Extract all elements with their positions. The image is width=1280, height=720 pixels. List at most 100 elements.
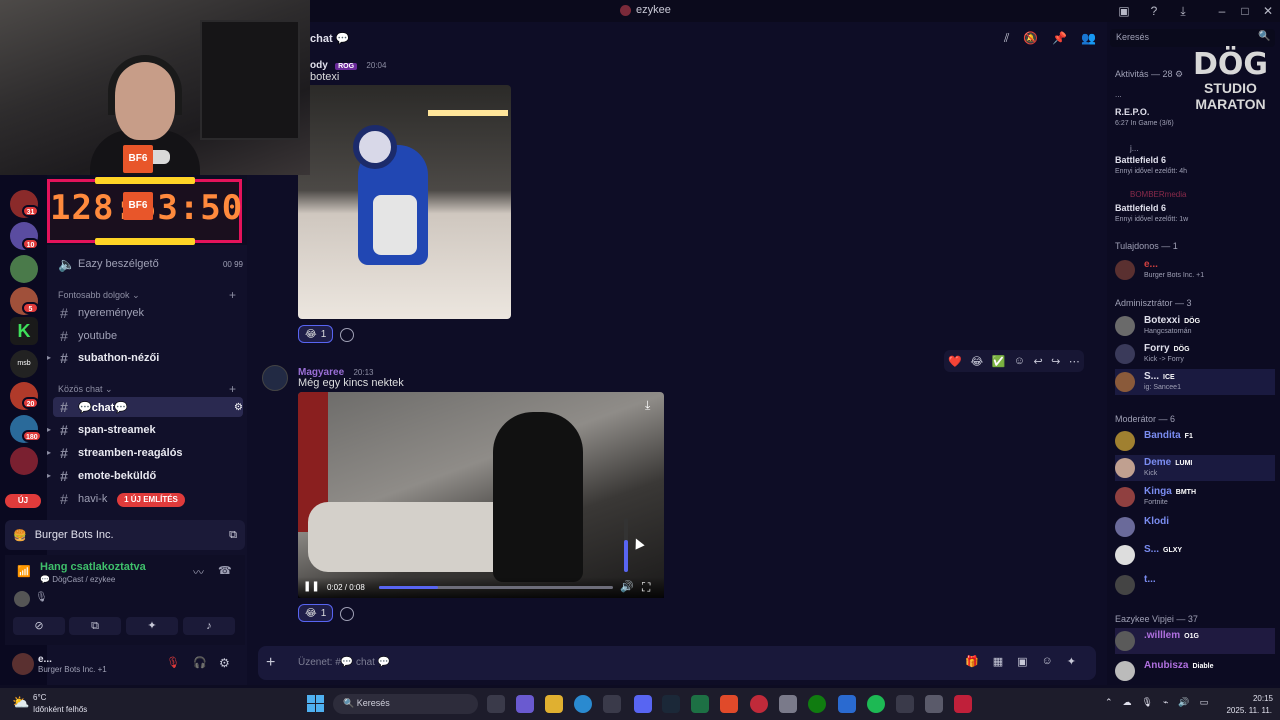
task-view-icon[interactable] (487, 695, 505, 713)
apps-icon[interactable]: ✦ (1067, 655, 1076, 668)
chevron-right-icon[interactable]: ▸ (47, 353, 51, 362)
server-bar[interactable]: 🍔 Burger Bots Inc. ⧉ (5, 520, 245, 550)
weather-temp[interactable]: 6°C (33, 693, 46, 702)
minimize-icon[interactable]: – (1214, 3, 1230, 19)
pin-icon[interactable]: 📌 (1052, 31, 1067, 46)
store-icon[interactable] (603, 695, 621, 713)
edge-icon[interactable] (574, 695, 592, 713)
category-header[interactable]: Fontosabb dolgok ⌄ (58, 290, 140, 301)
emoji-icon[interactable]: ☺ (1042, 655, 1053, 668)
channel-item[interactable]: # youtube (58, 326, 243, 346)
user-name[interactable]: e... (38, 654, 52, 665)
member-item[interactable]: Forry DÖG Kick -> Forry (1115, 341, 1275, 367)
member-item[interactable]: e... Burger Bots Inc. +1 (1115, 257, 1275, 283)
channel-item-active[interactable]: # 💬chat💬 ⚙ (53, 397, 243, 417)
start-icon[interactable] (307, 695, 324, 712)
member-item[interactable]: S... ICE ig: Sancee1 (1115, 369, 1275, 395)
add-reaction-icon[interactable] (340, 328, 354, 342)
noise-suppression-icon[interactable]: 〰 (193, 564, 204, 580)
member-item[interactable]: S... GLXY (1115, 542, 1275, 568)
category-header[interactable]: Közös chat ⌄ (58, 384, 113, 395)
forward-icon[interactable]: ↪ (1051, 355, 1060, 368)
taskbar-search[interactable]: 🔍 Keresés (333, 694, 478, 714)
download-icon[interactable]: ⤓ (645, 398, 650, 413)
member-item[interactable]: Botexxi DÖG Hangcsatornán (1115, 313, 1275, 339)
kick-server-icon[interactable]: K (10, 317, 38, 345)
server-icon[interactable] (10, 255, 38, 283)
channel-item[interactable]: # subathon-nézői (58, 348, 243, 368)
channel-item[interactable]: # span-streamek (58, 420, 243, 440)
clock-date[interactable]: 2025. 11. 11. (1220, 706, 1272, 715)
chevron-up-icon[interactable]: ⌃ (1105, 697, 1113, 708)
help-icon[interactable]: ? (1146, 3, 1162, 19)
member-item[interactable]: Bandita F1 (1115, 428, 1275, 454)
search-input[interactable]: Keresés (1110, 29, 1275, 47)
xbox-icon[interactable] (808, 695, 826, 713)
members-icon[interactable]: 👥 (1081, 31, 1096, 46)
steam-icon[interactable] (662, 695, 680, 713)
volume-icon[interactable]: 🔊 (1178, 697, 1189, 708)
battery-icon[interactable]: ▭ (1200, 697, 1209, 708)
excel-icon[interactable] (691, 695, 709, 713)
brave-icon[interactable] (720, 695, 738, 713)
volume-slider[interactable] (624, 518, 628, 572)
video-player[interactable] (298, 392, 664, 598)
screen-share-button[interactable]: ⧉ (69, 617, 121, 635)
close-icon[interactable]: ✕ (1260, 3, 1276, 19)
app-icon[interactable] (896, 695, 914, 713)
avatar[interactable] (12, 653, 34, 675)
weather-icon[interactable]: ⛅ (12, 694, 29, 711)
reply-icon[interactable]: ↩ (1033, 355, 1042, 368)
gif-icon[interactable]: ▦ (993, 655, 1003, 668)
member-item[interactable]: Klodi (1115, 514, 1275, 540)
settings-icon[interactable] (779, 695, 797, 713)
composer-placeholder[interactable]: Üzenet: #💬 chat 💬 (298, 657, 390, 668)
deafen-icon[interactable]: 🎧 (193, 656, 207, 669)
mic-icon[interactable]: 🎙 (35, 592, 48, 603)
activities-button[interactable]: ✦ (126, 617, 178, 635)
mention-badge[interactable]: 1 ÚJ EMLÍTÉS (117, 493, 185, 507)
copilot-icon[interactable] (516, 695, 534, 713)
new-badge[interactable]: ÚJ (5, 494, 41, 508)
network-icon[interactable]: ⌁ (1163, 697, 1168, 708)
member-item[interactable]: .willlem O1G (1115, 628, 1275, 654)
threads-icon[interactable]: ⫽ (1004, 31, 1009, 46)
attach-plus-icon[interactable]: + (266, 654, 275, 672)
gift-icon[interactable]: 🎁 (965, 655, 979, 668)
heart-reaction-icon[interactable]: ❤️ (948, 355, 962, 368)
more-icon[interactable]: ⋯ (1069, 355, 1080, 368)
notepad-icon[interactable] (838, 695, 856, 713)
settings-icon[interactable]: ⚙ (219, 656, 230, 670)
attachment-image[interactable] (298, 85, 511, 319)
chevron-right-icon[interactable]: ▸ (47, 471, 51, 480)
add-reaction-icon[interactable]: ☺ (1014, 355, 1025, 367)
add-reaction-icon[interactable] (340, 607, 354, 621)
discord-icon[interactable] (634, 695, 652, 713)
mic-icon[interactable]: 🎙 (1142, 697, 1153, 708)
channel-item[interactable]: # nyeremények (58, 303, 243, 323)
mic-muted-icon[interactable]: 🎙 (166, 656, 180, 669)
activity-item[interactable]: Battlefield 6 Ennyi idővel ezelőtt: 4h (1115, 152, 1275, 178)
member-item[interactable]: Deme LUMI Kick (1115, 455, 1275, 481)
pause-icon[interactable]: ❚❚ (303, 581, 320, 592)
channel-item[interactable]: # emote-beküldő (58, 466, 243, 486)
search-icon[interactable]: 🔍 (1258, 31, 1270, 42)
file-explorer-icon[interactable] (545, 695, 563, 713)
chevron-right-icon[interactable]: ▸ (47, 425, 51, 434)
obs-icon[interactable] (954, 695, 972, 713)
screen-share-icon[interactable]: ⧉ (229, 529, 237, 542)
chevron-right-icon[interactable]: ▸ (47, 448, 51, 457)
activity-item[interactable]: R.E.P.O. 6:27 In Game (3/6) (1115, 104, 1275, 130)
add-channel-icon[interactable]: + (229, 288, 236, 302)
cloud-icon[interactable]: ☁ (1123, 697, 1132, 708)
fullscreen-icon[interactable]: ⛶ (642, 580, 650, 595)
member-item[interactable]: Kinga BMTH Fortnite (1115, 484, 1275, 510)
clock-time[interactable]: 20:15 (1233, 694, 1273, 703)
volume-icon[interactable]: 🔊 (620, 580, 634, 593)
settings-icon[interactable]: ⚙ (234, 402, 243, 413)
member-item[interactable]: t... (1115, 572, 1275, 598)
app-icon[interactable] (750, 695, 768, 713)
avatar[interactable] (262, 365, 288, 391)
activity-item[interactable]: Battlefield 6 Ennyi idővel ezelőtt: 1w (1115, 200, 1275, 226)
mute-icon[interactable]: 🔕 (1023, 31, 1038, 46)
